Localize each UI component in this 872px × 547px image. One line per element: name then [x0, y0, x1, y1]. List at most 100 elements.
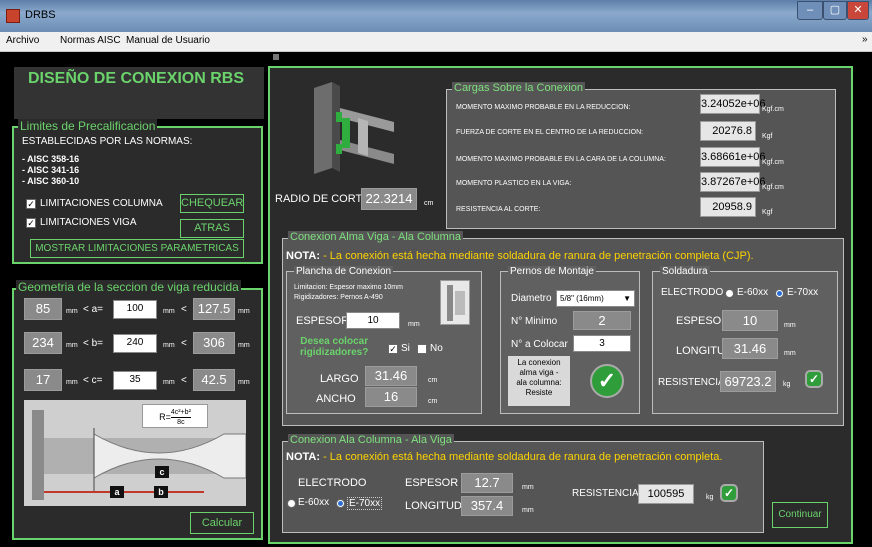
- formula-prefix: R=: [159, 412, 171, 422]
- carga-value: 3.24052e+06: [700, 94, 766, 114]
- e70-radio[interactable]: [775, 289, 784, 298]
- dim-b-label: b: [154, 486, 168, 498]
- carga-label: FUERZA DE CORTE EN EL CENTRO DE LA REDUC…: [456, 129, 644, 136]
- largo-unit: cm: [428, 377, 438, 384]
- calcular-button[interactable]: Calcular: [190, 512, 254, 534]
- unit-label: mm: [163, 342, 175, 349]
- unit-label: mm: [66, 308, 78, 315]
- unit-label: mm: [238, 342, 250, 349]
- check-ok-icon: ✓: [720, 484, 738, 502]
- carga-unit: Kgf.cm: [762, 184, 784, 191]
- minimo-label: N° Minimo: [511, 316, 558, 327]
- window-title: DRBS: [25, 9, 56, 21]
- unit-label: kg: [783, 381, 791, 388]
- beam-connection-image: [308, 78, 400, 178]
- soldadura-electrodo-label: ELECTRODO: [661, 287, 724, 298]
- pernos-title: Pernos de Montaje: [508, 266, 596, 277]
- limitaciones-viga-checkbox[interactable]: ✓: [26, 218, 36, 228]
- soldadura-title: Soldadura: [660, 266, 710, 277]
- ala-title: Conexion Ala Columna - Ala Viga: [288, 434, 454, 446]
- carga-value: 3.87267e+06: [700, 172, 766, 192]
- carga-value: 20276.8: [700, 121, 756, 141]
- rigidizadores-si-checkbox[interactable]: ✓: [388, 344, 398, 354]
- question-line1: Desea colocar: [300, 336, 369, 347]
- limitaciones-columna-label: LIMITACIONES COLUMNA: [40, 198, 163, 209]
- unit-label: mm: [66, 379, 78, 386]
- unit-label: mm: [163, 379, 175, 386]
- radius-formula: R= 4c²+b² 8c: [142, 404, 208, 428]
- largo-value: 31.46: [365, 366, 417, 386]
- alma-title: Conexion Alma Viga - Ala Columna: [288, 231, 464, 243]
- lt-label: <: [181, 304, 187, 315]
- norm-item: - AISC 358-16: [22, 154, 80, 164]
- carga-unit: Kgf: [762, 209, 773, 216]
- continuar-button[interactable]: Continuar: [772, 502, 828, 528]
- lt-label: <: [181, 338, 187, 349]
- plancha-espesor-label: ESPESOR: [296, 315, 350, 327]
- maximize-button[interactable]: ▢: [823, 1, 847, 20]
- a-input[interactable]: 100: [113, 300, 157, 319]
- menu-overflow-icon[interactable]: »: [862, 34, 868, 45]
- diametro-select[interactable]: 5/8" (16mm) ▼: [556, 290, 635, 307]
- b-input[interactable]: 240: [113, 334, 157, 353]
- chevron-down-icon[interactable]: ▼: [623, 291, 631, 307]
- ala-e70-radio[interactable]: [336, 499, 345, 508]
- ancho-value: 16: [365, 387, 417, 407]
- minimo-value: 2: [573, 311, 631, 330]
- b-max-value: 306: [193, 332, 235, 354]
- atras-button[interactable]: ATRAS: [180, 219, 244, 238]
- beam-connection-drawing: [314, 82, 394, 174]
- colocar-input[interactable]: 3: [573, 335, 631, 352]
- rigidizadores-no-checkbox[interactable]: [417, 344, 427, 354]
- plancha-title: Plancha de Conexion: [294, 266, 394, 277]
- soldadura-longitud-value: 31.46: [722, 338, 778, 359]
- soldadura-resistencia-value: 69723.2: [720, 371, 776, 392]
- window-titlebar: DRBS – ▢ ✕: [0, 0, 872, 32]
- title-panel: DISEÑO DE CONEXION RBS: [14, 67, 264, 119]
- plancha-espesor-input[interactable]: 10: [346, 312, 400, 329]
- menu-normas-aisc[interactable]: Normas AISC: [60, 35, 121, 46]
- carga-label: RESISTENCIA AL CORTE:: [456, 206, 541, 213]
- colocar-label: N° a Colocar: [511, 339, 568, 350]
- chequear-button[interactable]: CHEQUEAR: [180, 194, 244, 213]
- plancha-unit: mm: [408, 321, 420, 328]
- alma-nota: NOTA: - La conexión está hecha mediante …: [286, 250, 754, 262]
- radio-label: RADIO DE CORTE:: [275, 193, 373, 205]
- plancha-image: [440, 280, 470, 325]
- pernos-status: La conexion alma viga - ala columna: Res…: [508, 356, 570, 406]
- question-line2: rigidizadores?: [300, 347, 369, 358]
- ala-e60-label: E-60xx: [298, 497, 330, 508]
- minimize-button[interactable]: –: [797, 1, 823, 20]
- ala-resistencia-value: 100595: [638, 484, 694, 504]
- status-line: Resiste: [525, 388, 553, 397]
- rbs-drawing: [24, 400, 247, 506]
- check-ok-icon: ✓: [590, 364, 624, 398]
- ala-e60-radio[interactable]: [287, 499, 296, 508]
- geometria-title: Geometria de la seccion de viga reducida: [16, 280, 241, 294]
- a-min-value: 85: [24, 298, 62, 320]
- a-max-value: 127.5: [193, 298, 235, 320]
- limitaciones-columna-checkbox[interactable]: ✓: [26, 199, 36, 209]
- radio-unit: cm: [424, 200, 434, 207]
- ala-longitud-label: LONGITUD: [405, 500, 462, 512]
- unit-label: mm: [238, 308, 250, 315]
- unit-label: mm: [784, 350, 796, 357]
- ancho-unit: cm: [428, 398, 438, 405]
- unit-label: mm: [66, 342, 78, 349]
- menu-archivo[interactable]: Archivo: [6, 35, 39, 46]
- carga-unit: Kgf.cm: [762, 159, 784, 166]
- dim-c-label: c: [155, 466, 169, 478]
- carga-value: 3.68661e+06: [700, 147, 766, 167]
- carga-label: MOMENTO MAXIMO PROBABLE EN LA CARA DE LA…: [456, 156, 666, 163]
- c-input[interactable]: 35: [113, 371, 157, 390]
- mostrar-limitaciones-button[interactable]: MOSTRAR LIMITACIONES PARAMETRICAS: [30, 239, 244, 258]
- close-button[interactable]: ✕: [847, 1, 869, 20]
- limites-title: Limites de Precalificacion: [18, 119, 158, 133]
- ala-espesor-value: 12.7: [461, 473, 513, 493]
- check-ok-icon: ✓: [805, 370, 823, 388]
- ala-espesor-label: ESPESOR: [405, 477, 459, 489]
- e60-radio[interactable]: [725, 289, 734, 298]
- plancha-lim2: Rigidizadores: Pernos A-490: [294, 294, 383, 301]
- e60-label: E-60xx: [737, 287, 769, 298]
- menu-manual[interactable]: Manual de Usuario: [126, 35, 210, 46]
